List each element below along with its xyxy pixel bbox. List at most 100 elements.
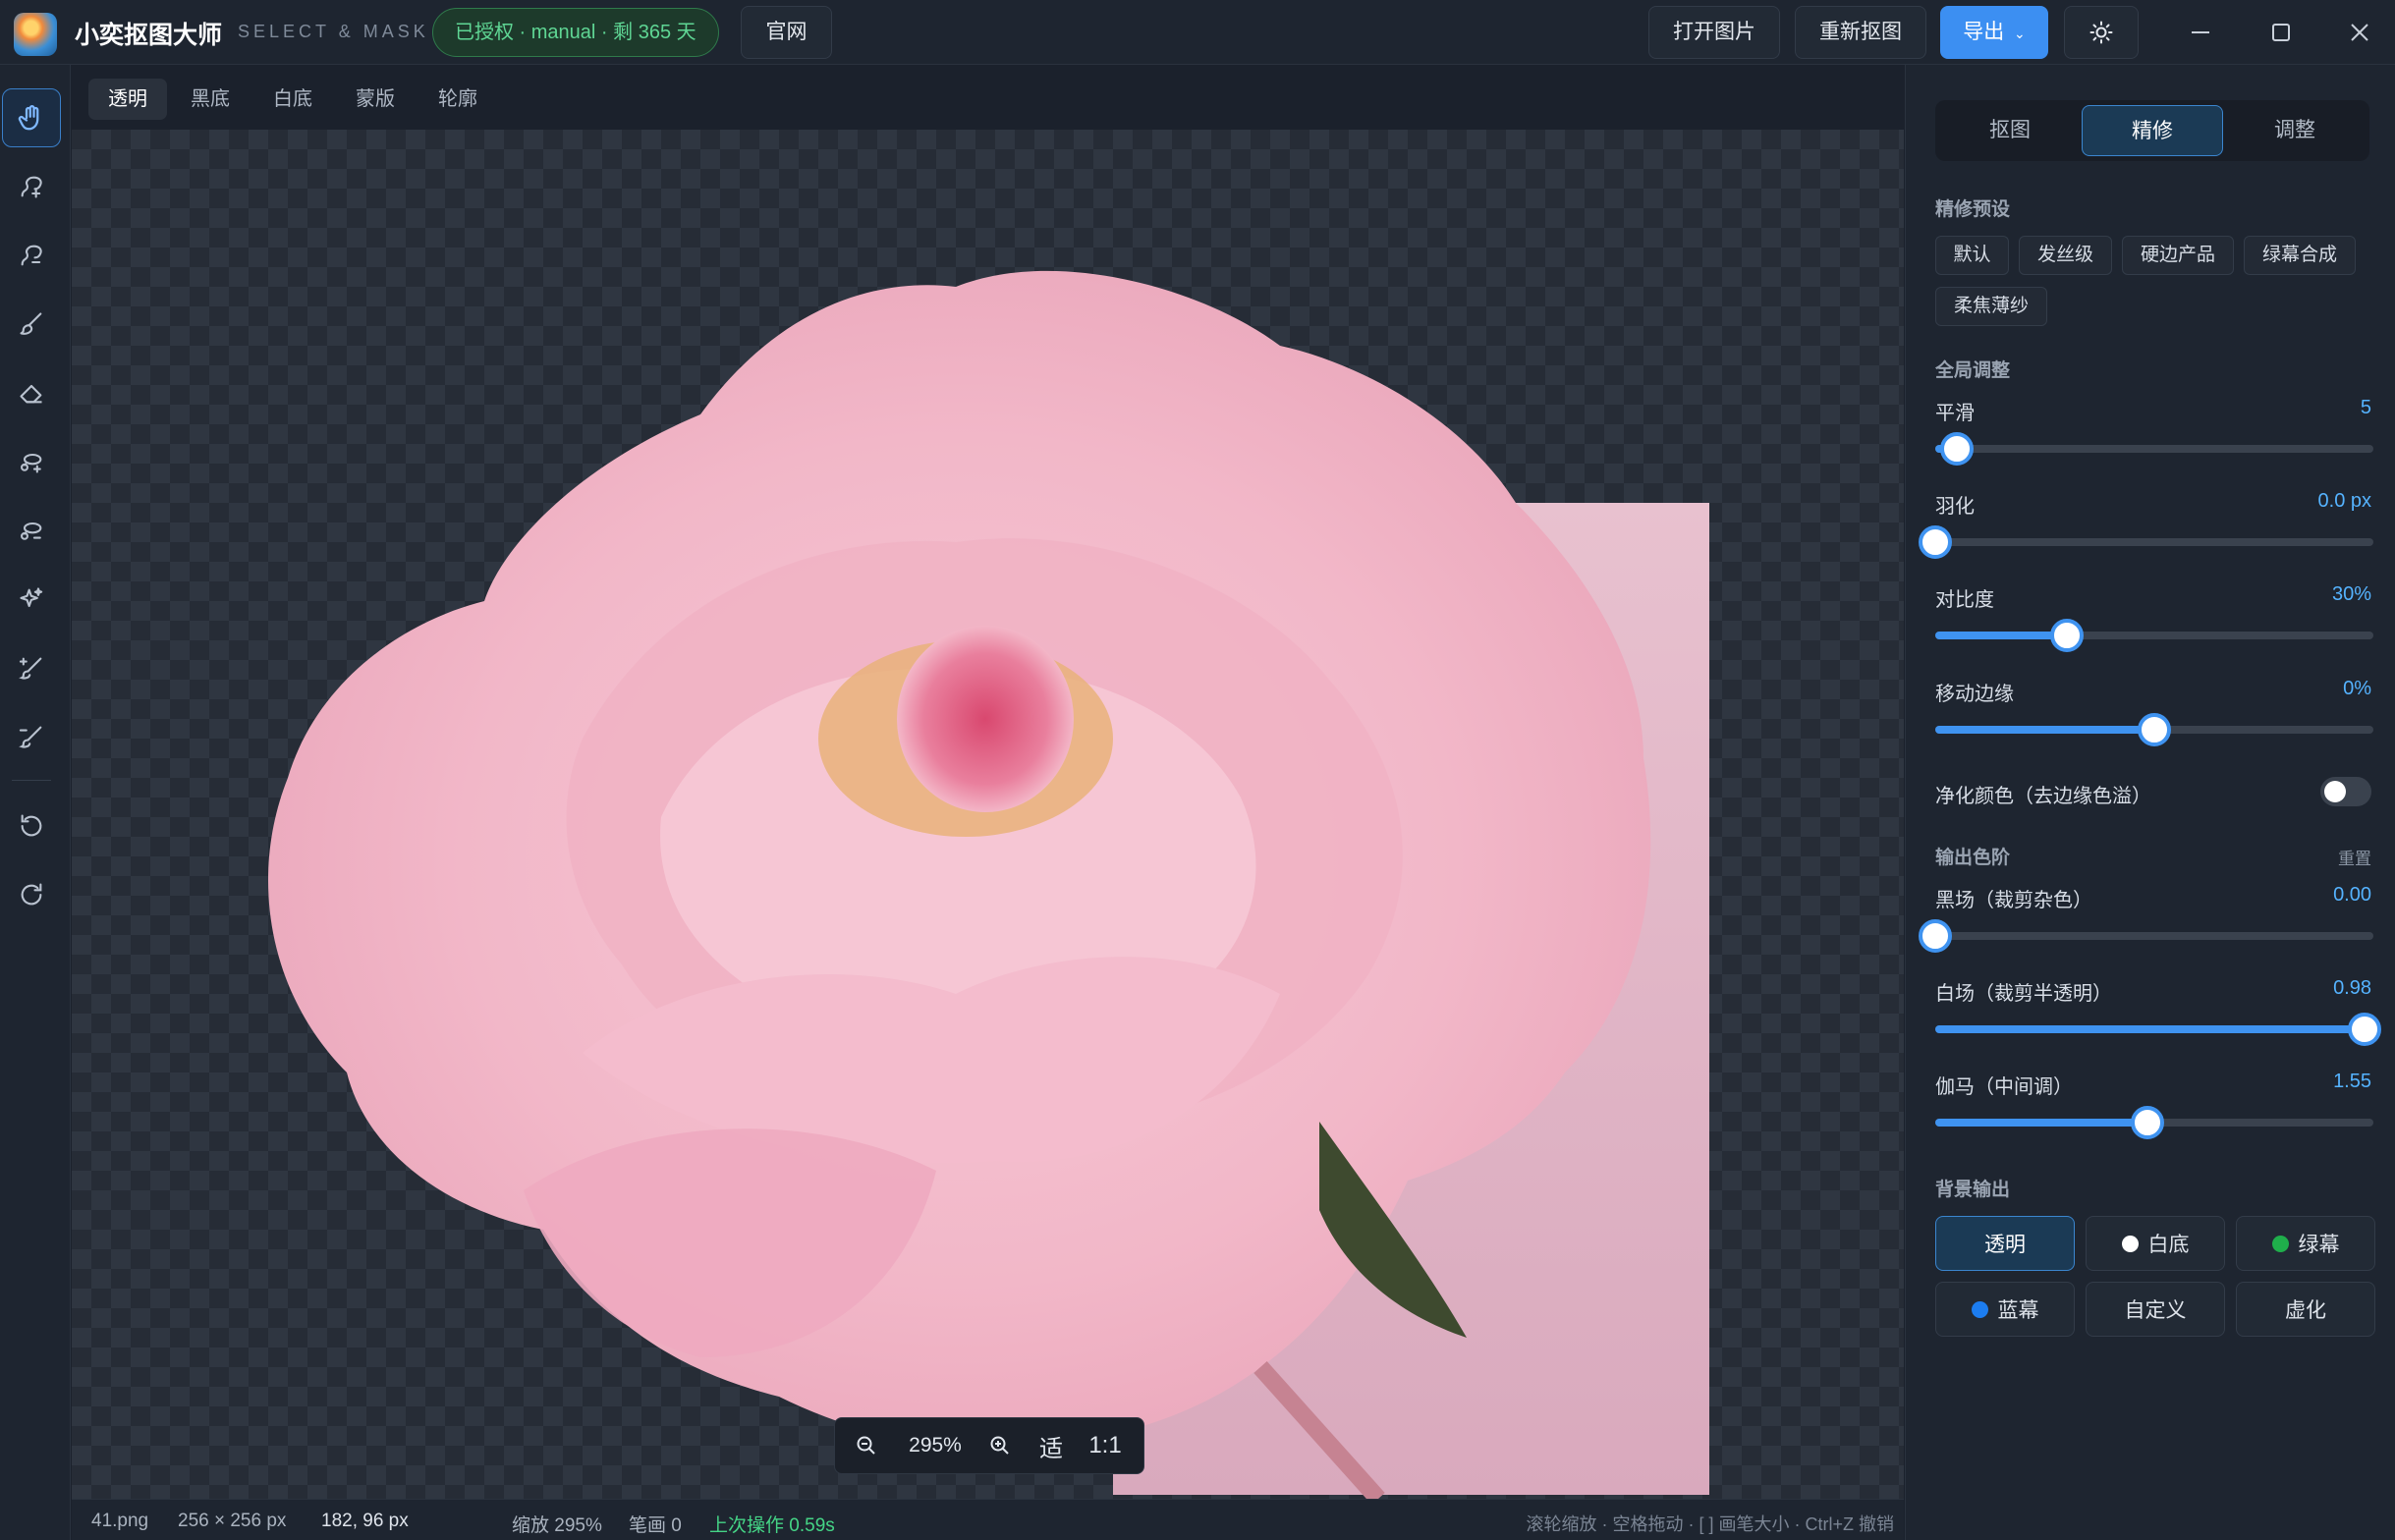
maximize-button[interactable] [2262,14,2300,51]
slider-knob[interactable] [1919,525,1952,559]
minimize-button[interactable] [2182,14,2219,51]
minimize-icon [2192,31,2209,33]
black-point-value: 0.00 [2333,884,2371,906]
tab-black-bg[interactable]: 黑底 [171,79,250,120]
app-title: 小奕抠图大师 [75,22,223,49]
smooth-slider[interactable] [1935,432,2373,466]
zoom-in-button[interactable] [982,1417,1018,1474]
feather-slider[interactable] [1919,525,2373,559]
tool-lasso-subtract[interactable] [2,501,61,560]
presets-title: 精修预设 [1935,199,2011,220]
slider-knob[interactable] [2138,713,2171,746]
sun-icon [2089,21,2113,44]
status-last-operation: 上次操作 0.59s [709,1515,835,1536]
refine-panel: 抠图 精修 调整 精修预设 默认 发丝级 硬边产品 绿幕合成 柔焦薄纱 全局调整… [1905,65,2395,1540]
export-label: 导出 [1963,21,2005,43]
open-image-button[interactable]: 打开图片 [1648,6,1780,59]
bg-option-custom[interactable]: 自定义 [2086,1282,2225,1337]
preset-hard-edge[interactable]: 硬边产品 [2122,236,2234,275]
zoom-in-icon [990,1436,1009,1455]
black-point-slider[interactable] [1919,919,2373,953]
cutout-image [268,270,1709,1499]
decontaminate-toggle[interactable] [2320,777,2371,806]
tab-mask[interactable]: 蒙版 [336,79,415,120]
contrast-label: 对比度 [1935,589,1994,611]
levels-reset-button[interactable]: 重置 [2338,845,2371,869]
contrast-slider[interactable] [1935,619,2373,652]
bg-option-blur[interactable]: 虚化 [2236,1282,2375,1337]
zoom-level: 295% [909,1434,962,1457]
tab-transparent[interactable]: 透明 [88,79,167,120]
undo-button[interactable] [2,797,61,855]
app-logo [14,13,57,56]
status-cursor-position: 182, 96 px [321,1511,409,1531]
slider-knob[interactable] [1919,919,1952,953]
slider-knob[interactable] [2049,619,2084,652]
redo-button[interactable] [2,865,61,924]
tool-refine-subtract[interactable] [2,707,61,766]
close-button[interactable] [2341,14,2378,51]
preset-greenscreen[interactable]: 绿幕合成 [2244,236,2356,275]
tool-refine-add[interactable] [2,638,61,697]
blue-swatch-icon [1971,1300,1988,1318]
preset-default[interactable]: 默认 [1935,236,2009,275]
view-mode-bar: 透明 黑底 白底 蒙版 轮廓 [72,65,1904,130]
slider-knob[interactable] [2348,1013,2382,1046]
tool-lasso-add[interactable] [2,432,61,491]
refine-brush-add-icon [19,657,42,680]
fit-button[interactable]: 适 [1031,1417,1071,1474]
zoom-control-bar: 295% 适 1:1 [834,1417,1144,1474]
shift-edge-slider[interactable] [1935,713,2373,746]
bg-option-label: 白底 [2147,1234,2190,1256]
status-image-size: 256 × 256 px [178,1511,287,1531]
title-bar: 小奕抠图大师 SELECT & MASK 已授权 · manual · 剩 36… [0,0,2395,65]
bg-option-label: 虚化 [2285,1299,2326,1322]
tool-brush[interactable] [2,295,61,354]
slider-knob[interactable] [1940,432,1975,466]
bg-option-blue[interactable]: 蓝幕 [1935,1282,2075,1337]
shift-edge-label: 移动边缘 [1935,684,2014,705]
tool-magic[interactable] [2,570,61,629]
global-adjust-title: 全局调整 [1935,360,2011,381]
lasso-subtract-icon [21,522,42,540]
tool-add-select[interactable] [2,157,61,216]
slider-knob[interactable] [2131,1106,2165,1139]
preset-soft-gauze[interactable]: 柔焦薄纱 [1935,287,2047,326]
zoom-out-icon [857,1436,875,1455]
website-button[interactable]: 官网 [741,6,832,59]
white-point-slider[interactable] [1935,1013,2382,1046]
bg-option-green[interactable]: 绿幕 [2236,1216,2375,1271]
tab-outline[interactable]: 轮廓 [418,79,497,120]
zoom-out-button[interactable] [849,1417,884,1474]
preset-hair[interactable]: 发丝级 [2019,236,2112,275]
tool-subtract-select[interactable] [2,226,61,285]
tool-hand[interactable] [2,88,61,147]
gamma-slider[interactable] [1935,1106,2373,1139]
refine-brush-subtract-icon [19,726,42,748]
add-select-icon [21,176,42,198]
bg-option-white[interactable]: 白底 [2086,1216,2225,1271]
eraser-icon [20,384,42,404]
bg-output-title: 背景输出 [1935,1180,2011,1200]
bg-option-label: 蓝幕 [1997,1299,2039,1322]
bg-option-transparent[interactable]: 透明 [1935,1216,2075,1271]
subtract-select-icon [21,245,42,266]
tab-cutout[interactable]: 抠图 [1939,105,2081,156]
export-button[interactable]: 导出 ⌄ [1940,6,2048,59]
tool-eraser[interactable] [2,363,61,422]
app-subtitle: SELECT & MASK [238,22,429,41]
green-swatch-icon [2271,1235,2289,1252]
close-icon [2351,24,2368,41]
image-canvas[interactable]: 295% 适 1:1 [72,130,1904,1499]
maximize-icon [2272,24,2290,41]
hand-icon [18,105,39,131]
tab-refine[interactable]: 精修 [2082,105,2223,156]
recut-button[interactable]: 重新抠图 [1795,6,1926,59]
tool-sidebar [0,65,71,1540]
actual-size-button[interactable]: 1:1 [1081,1417,1130,1474]
tab-adjust[interactable]: 调整 [2224,105,2366,156]
status-bar: 41.png 256 × 256 px 182, 96 px 缩放 295% 笔… [72,1499,1904,1540]
theme-toggle-button[interactable] [2064,6,2139,59]
tab-white-bg[interactable]: 白底 [253,79,332,120]
status-zoom: 缩放 295% [512,1515,602,1536]
